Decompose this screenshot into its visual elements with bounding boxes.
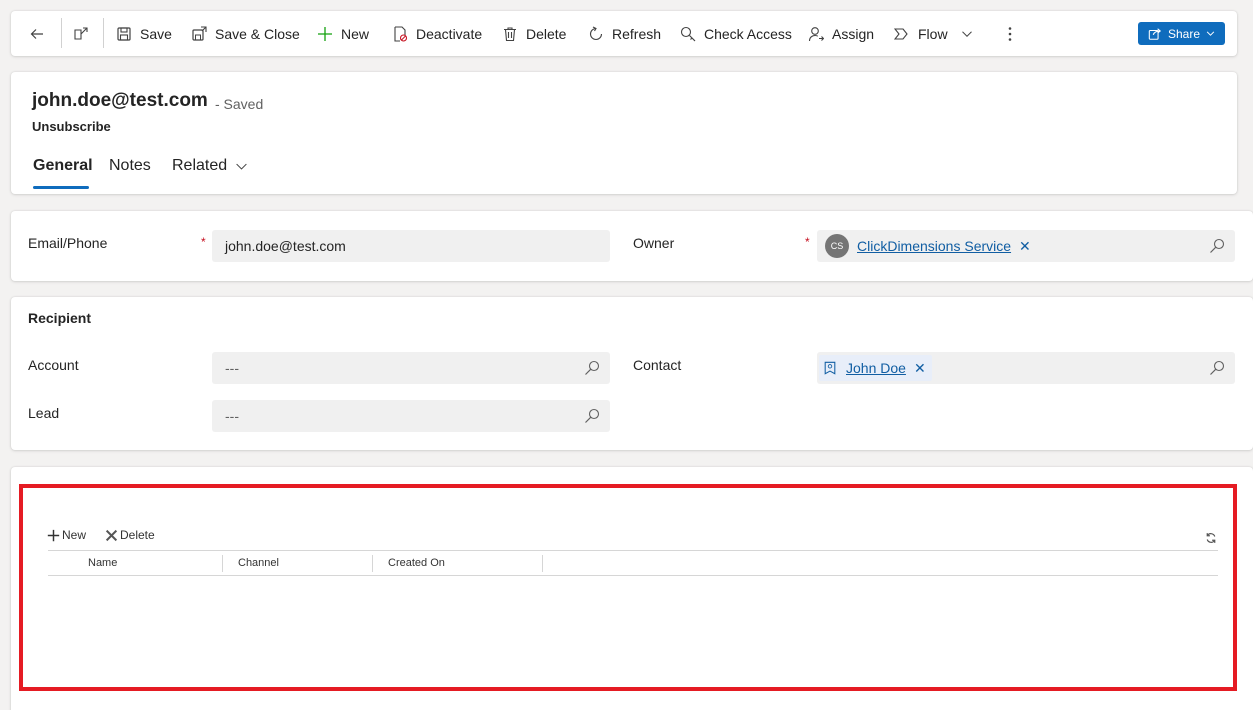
back-arrow-icon: [30, 28, 43, 39]
chevron-down-icon: [1206, 31, 1215, 36]
flow-label: Flow: [918, 25, 948, 42]
save-status: - Saved: [215, 96, 264, 112]
subgrid-delete-button[interactable]: Delete: [105, 528, 155, 542]
record-header: john.doe@test.com - Saved Unsubscribe Ge…: [11, 72, 1237, 194]
required-marker: *: [805, 235, 810, 249]
search-icon[interactable]: [1209, 238, 1225, 254]
assign-button[interactable]: Assign: [808, 11, 874, 56]
account-label: Account: [28, 357, 79, 373]
contact-link[interactable]: John Doe: [846, 360, 906, 376]
open-in-new-window-icon: [74, 26, 88, 40]
subgrid-new-label: New: [62, 528, 87, 542]
delete-button[interactable]: Delete: [502, 11, 566, 56]
save-icon: [117, 26, 131, 41]
column-separator: [372, 555, 373, 572]
owner-avatar: CS: [825, 234, 849, 258]
search-icon[interactable]: [584, 360, 600, 376]
new-label: New: [341, 25, 370, 42]
column-header-name[interactable]: Name: [88, 557, 117, 569]
contact-label: Contact: [633, 357, 682, 373]
owner-tag: CS ClickDimensions Service ✕: [821, 233, 1037, 259]
save-and-close-label: Save & Close: [215, 25, 300, 42]
tab-related[interactable]: Related: [172, 157, 248, 175]
more-commands-button[interactable]: [1002, 11, 1026, 56]
toolbar-separator: [103, 18, 104, 48]
delete-x-icon: [105, 529, 118, 541]
recipient-section-title: Recipient: [28, 310, 92, 326]
general-section: Email/Phone * john.doe@test.com Owner * …: [11, 211, 1253, 281]
column-separator: [542, 555, 543, 572]
trash-icon: [504, 26, 516, 41]
lead-lookup-field[interactable]: ---: [212, 400, 610, 432]
lead-label: Lead: [28, 405, 60, 421]
search-icon[interactable]: [1209, 360, 1225, 376]
chevron-down-icon: [236, 163, 247, 170]
column-header-created-on[interactable]: Created On: [388, 557, 445, 569]
account-value: ---: [225, 360, 239, 376]
flow-icon: [894, 27, 908, 40]
flow-button[interactable]: Flow: [894, 11, 948, 56]
flow-dropdown-button[interactable]: [961, 11, 981, 56]
tab-related-label: Related: [172, 157, 228, 174]
save-label: Save: [140, 25, 172, 42]
share-label: Share: [1167, 26, 1201, 41]
active-tab-indicator: [33, 186, 89, 189]
owner-label: Owner: [633, 235, 675, 251]
contact-tag: John Doe ✕: [819, 355, 932, 381]
owner-lookup-field[interactable]: CS ClickDimensions Service ✕: [817, 230, 1235, 262]
email-phone-value: john.doe@test.com: [225, 238, 346, 254]
deactivate-icon: [394, 25, 408, 42]
back-button[interactable]: [29, 11, 53, 56]
check-access-icon: [680, 26, 696, 41]
entity-name: Unsubscribe: [32, 119, 111, 134]
save-button[interactable]: Save: [116, 11, 172, 56]
highlight-box: [19, 484, 1237, 691]
remove-owner-icon[interactable]: ✕: [1019, 238, 1031, 255]
refresh-icon[interactable]: [1205, 532, 1217, 544]
remove-contact-icon[interactable]: ✕: [914, 360, 926, 377]
chevron-down-icon: [962, 30, 972, 37]
email-phone-field[interactable]: john.doe@test.com: [212, 230, 610, 262]
contact-card-icon: [824, 361, 836, 375]
share-icon: [1148, 27, 1162, 40]
save-and-close-icon: [192, 25, 207, 41]
toolbar-separator: [61, 18, 62, 48]
refresh-button[interactable]: Refresh: [588, 11, 661, 56]
grid-header-top-border: [48, 550, 1218, 551]
delete-label: Delete: [526, 25, 567, 42]
save-and-close-button[interactable]: Save & Close: [191, 11, 300, 56]
check-access-label: Check Access: [704, 25, 792, 42]
account-lookup-field[interactable]: ---: [212, 352, 610, 384]
assign-label: Assign: [832, 25, 875, 42]
recipient-section: Recipient Account --- Contact John Doe ✕…: [11, 297, 1253, 450]
open-in-new-window-button[interactable]: [73, 11, 97, 56]
refresh-label: Refresh: [612, 25, 662, 42]
email-phone-label: Email/Phone: [28, 235, 108, 251]
lead-value: ---: [225, 408, 239, 424]
more-vertical-icon: [1008, 26, 1012, 41]
deactivate-label: Deactivate: [416, 25, 483, 42]
share-button[interactable]: Share: [1138, 22, 1225, 45]
grid-header-bottom-border: [48, 575, 1218, 576]
required-marker: *: [201, 235, 206, 249]
contact-lookup-field[interactable]: John Doe ✕: [817, 352, 1235, 384]
tab-general[interactable]: General: [33, 157, 93, 175]
new-button[interactable]: New: [317, 11, 369, 56]
assign-person-icon: [808, 26, 824, 41]
record-title: john.doe@test.com: [32, 90, 208, 111]
column-header-channel[interactable]: Channel: [238, 557, 279, 569]
plus-icon: [47, 529, 60, 541]
subgrid-delete-label: Delete: [120, 528, 155, 542]
command-bar: Save Save & Close New Deactivate Delete …: [11, 11, 1237, 56]
subgrid-new-button[interactable]: New: [47, 528, 86, 542]
check-access-button[interactable]: Check Access: [680, 11, 792, 56]
tab-notes[interactable]: Notes: [109, 157, 151, 175]
column-separator: [222, 555, 223, 572]
refresh-icon: [589, 26, 603, 40]
plus-icon: [318, 26, 332, 41]
search-icon[interactable]: [584, 408, 600, 424]
owner-link[interactable]: ClickDimensions Service: [857, 238, 1011, 254]
deactivate-button[interactable]: Deactivate: [392, 11, 482, 56]
